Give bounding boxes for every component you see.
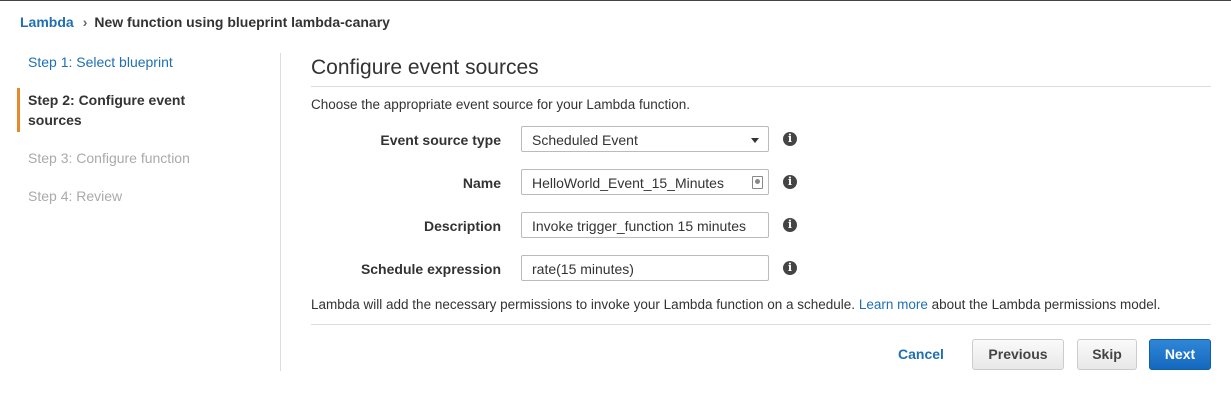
name-input-value: HelloWorld_Event_15_Minutes xyxy=(532,175,724,191)
chevron-right-icon: › xyxy=(82,14,88,30)
info-icon[interactable]: i xyxy=(783,132,797,146)
schedule-expression-input-value: rate(15 minutes) xyxy=(532,261,634,277)
name-input[interactable]: HelloWorld_Event_15_Minutes xyxy=(521,169,769,195)
event-source-type-label: Event source type xyxy=(380,132,501,148)
step-select-blueprint[interactable]: Step 1: Select blueprint xyxy=(20,50,260,74)
info-icon[interactable]: i xyxy=(783,261,797,275)
breadcrumb-lambda-link[interactable]: Lambda xyxy=(20,14,74,30)
caret-down-icon xyxy=(751,138,759,143)
name-label: Name xyxy=(462,175,501,191)
info-icon[interactable]: i xyxy=(783,218,797,232)
title-divider xyxy=(311,86,1211,87)
sidebar-divider xyxy=(280,53,281,371)
schedule-expression-input[interactable]: rate(15 minutes) xyxy=(521,255,769,281)
name-row: Name HelloWorld_Event_15_Minutes i xyxy=(311,169,831,197)
next-button[interactable]: Next xyxy=(1149,339,1211,370)
previous-button[interactable]: Previous xyxy=(972,339,1064,370)
page-subtitle: Choose the appropriate event source for … xyxy=(311,97,690,112)
step-configure-function: Step 3: Configure function xyxy=(28,150,190,166)
contact-card-icon xyxy=(752,176,763,189)
info-icon[interactable]: i xyxy=(783,175,797,189)
event-source-type-select[interactable]: Scheduled Event xyxy=(521,126,769,152)
event-source-type-row: Event source type Scheduled Event i xyxy=(311,126,831,154)
description-row: Description Invoke trigger_function 15 m… xyxy=(311,212,831,240)
permissions-note: Lambda will add the necessary permission… xyxy=(311,297,1161,312)
main-panel: Configure event sources xyxy=(311,52,1211,80)
footer-divider xyxy=(311,324,1211,325)
description-input-value: Invoke trigger_function 15 minutes xyxy=(532,218,747,234)
wizard-steps: Step 1: Select blueprint Step 2: Configu… xyxy=(17,50,260,222)
top-border xyxy=(0,0,1231,1)
event-source-type-value: Scheduled Event xyxy=(532,132,638,148)
step-configure-event-sources: Step 2: Configure event sources xyxy=(17,88,218,132)
page-title: Configure event sources xyxy=(311,56,539,79)
skip-button[interactable]: Skip xyxy=(1077,339,1137,370)
permissions-note-text-end: about the Lambda permissions model. xyxy=(927,297,1161,312)
breadcrumb: Lambda › New function using blueprint la… xyxy=(20,14,390,30)
description-input[interactable]: Invoke trigger_function 15 minutes xyxy=(521,212,769,238)
step-review: Step 4: Review xyxy=(28,188,123,204)
permissions-note-text: Lambda will add the necessary permission… xyxy=(311,297,859,312)
schedule-expression-label: Schedule expression xyxy=(360,261,501,277)
schedule-expression-row: Schedule expression rate(15 minutes) i xyxy=(311,255,831,283)
description-label: Description xyxy=(423,218,501,234)
learn-more-link[interactable]: Learn more xyxy=(859,297,928,312)
breadcrumb-current: New function using blueprint lambda-cana… xyxy=(94,14,390,30)
cancel-button[interactable]: Cancel xyxy=(890,339,952,370)
